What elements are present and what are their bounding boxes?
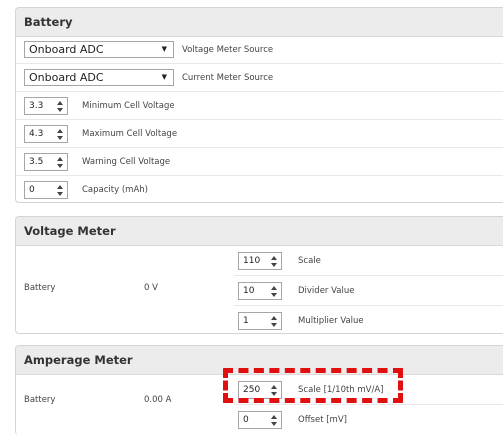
voltage-meter-source-value: Onboard ADC <box>29 43 104 56</box>
min-cell-voltage-row: 3.3 Minimum Cell Voltage <box>16 92 503 120</box>
max-cell-voltage-label: Maximum Cell Voltage <box>82 129 178 139</box>
multiplier-value-row: 1 Multiplier Value <box>234 306 503 336</box>
amperage-meter-panel: Amperage Meter Battery 0.00 A 250 Scale … <box>15 345 503 435</box>
up-down-spinner-icon[interactable] <box>57 127 65 141</box>
current-meter-source-label: Current Meter Source <box>182 73 274 83</box>
amperage-offset-label: Offset [mV] <box>298 415 347 425</box>
up-down-spinner-icon[interactable] <box>271 314 279 328</box>
min-cell-voltage-input[interactable]: 3.3 <box>24 97 68 115</box>
amperage-meter-name: Battery <box>24 395 56 405</box>
divider-value-value: 10 <box>243 286 255 296</box>
capacity-input[interactable]: 0 <box>24 181 68 199</box>
divider-value-input[interactable]: 10 <box>238 282 282 300</box>
voltage-meter-name: Battery <box>24 283 56 293</box>
up-down-spinner-icon[interactable] <box>57 183 65 197</box>
amperage-meter-panel-title: Amperage Meter <box>16 346 503 375</box>
multiplier-value-label: Multiplier Value <box>298 316 364 326</box>
amperage-offset-row: 0 Offset [mV] <box>234 405 503 435</box>
current-source-row: Onboard ADC ▼ Current Meter Source <box>16 64 503 92</box>
triangle-down-icon: ▼ <box>161 45 167 53</box>
current-meter-source-select[interactable]: Onboard ADC ▼ <box>24 69 174 86</box>
divider-value-row: 10 Divider Value <box>234 276 503 306</box>
warning-cell-voltage-value: 3.5 <box>29 157 44 167</box>
min-cell-voltage-label: Minimum Cell Voltage <box>82 101 175 111</box>
divider-value-label: Divider Value <box>298 286 355 296</box>
voltage-meter-panel-title: Voltage Meter <box>16 217 503 246</box>
amperage-offset-value: 0 <box>243 415 249 425</box>
max-cell-voltage-input[interactable]: 4.3 <box>24 125 68 143</box>
battery-panel-title: Battery <box>16 8 503 37</box>
up-down-spinner-icon[interactable] <box>57 155 65 169</box>
up-down-spinner-icon[interactable] <box>271 413 279 427</box>
voltage-scale-label: Scale <box>298 256 321 266</box>
amperage-meter-reading: 0.00 A <box>144 395 172 405</box>
voltage-meter-source-label: Voltage Meter Source <box>182 45 274 55</box>
triangle-down-icon: ▼ <box>161 73 167 81</box>
up-down-spinner-icon[interactable] <box>271 383 279 397</box>
capacity-value: 0 <box>29 185 35 195</box>
voltage-meter-reading: 0 V <box>144 283 158 293</box>
battery-panel: Battery Onboard ADC ▼ Voltage Meter Sour… <box>15 7 503 203</box>
warning-cell-voltage-label: Warning Cell Voltage <box>82 157 171 167</box>
capacity-row: 0 Capacity (mAh) <box>16 176 503 204</box>
amperage-scale-row: 250 Scale [1/10th mV/A] <box>234 375 503 405</box>
multiplier-value-value: 1 <box>243 316 249 326</box>
voltage-scale-input[interactable]: 110 <box>238 252 282 270</box>
capacity-label: Capacity (mAh) <box>82 185 148 195</box>
voltage-scale-value: 110 <box>243 256 261 266</box>
up-down-spinner-icon[interactable] <box>271 254 279 268</box>
warning-cell-voltage-input[interactable]: 3.5 <box>24 153 68 171</box>
current-meter-source-value: Onboard ADC <box>29 71 104 84</box>
voltage-meter-panel: Voltage Meter Battery 0 V 110 Scale 10 D… <box>15 216 503 334</box>
amperage-scale-label: Scale [1/10th mV/A] <box>298 385 384 395</box>
multiplier-value-input[interactable]: 1 <box>238 312 282 330</box>
voltage-scale-row: 110 Scale <box>234 246 503 276</box>
max-cell-voltage-value: 4.3 <box>29 129 44 139</box>
amperage-offset-input[interactable]: 0 <box>238 411 282 429</box>
warning-cell-voltage-row: 3.5 Warning Cell Voltage <box>16 148 503 176</box>
amperage-scale-value: 250 <box>243 385 261 395</box>
voltage-source-row: Onboard ADC ▼ Voltage Meter Source <box>16 36 503 64</box>
min-cell-voltage-value: 3.3 <box>29 101 44 111</box>
up-down-spinner-icon[interactable] <box>57 99 65 113</box>
max-cell-voltage-row: 4.3 Maximum Cell Voltage <box>16 120 503 148</box>
amperage-scale-input[interactable]: 250 <box>238 381 282 399</box>
up-down-spinner-icon[interactable] <box>271 284 279 298</box>
voltage-meter-source-select[interactable]: Onboard ADC ▼ <box>24 41 174 58</box>
